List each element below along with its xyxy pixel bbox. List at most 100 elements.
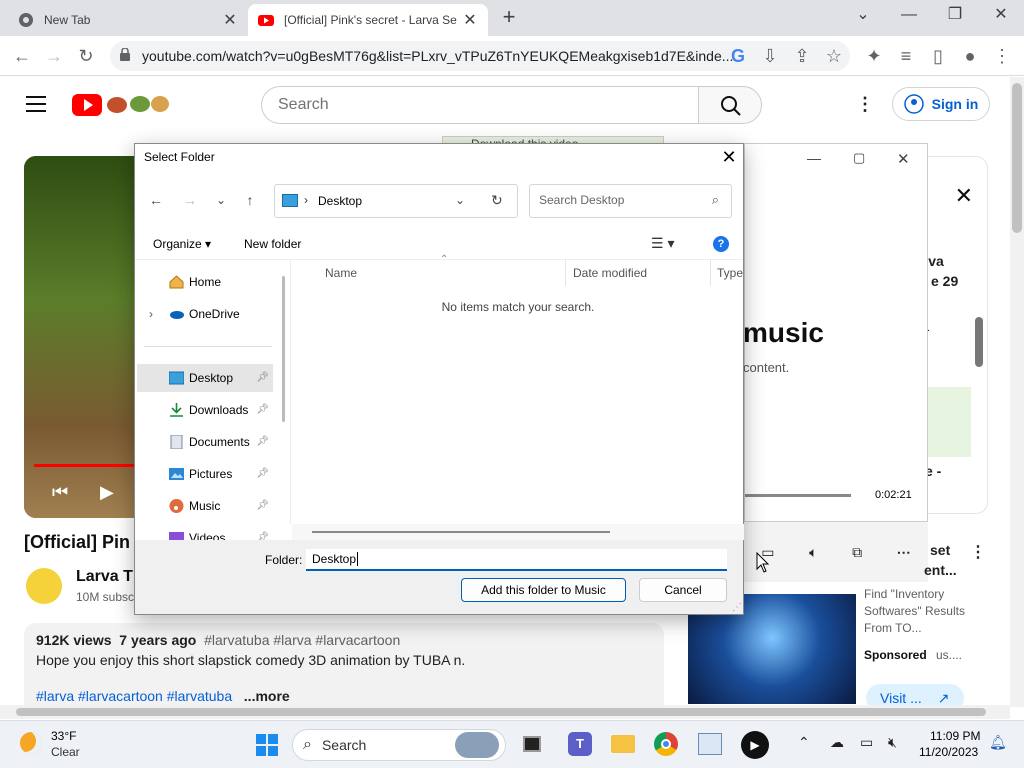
help-icon[interactable]: ? xyxy=(713,236,729,252)
media-control-icon[interactable]: ≡ xyxy=(894,44,918,68)
cancel-button[interactable]: Cancel xyxy=(639,578,727,602)
teams-icon[interactable]: T xyxy=(568,732,592,756)
reload-icon[interactable]: ↻ xyxy=(74,44,98,68)
photos-icon[interactable] xyxy=(698,733,722,755)
channel-avatar[interactable] xyxy=(26,568,62,604)
close-window-button[interactable]: ✕ xyxy=(978,4,1024,32)
file-explorer-icon[interactable] xyxy=(611,735,635,753)
expand-chevron-icon[interactable]: › xyxy=(149,300,153,328)
clock-date[interactable]: 11/20/2023 xyxy=(919,745,978,759)
chrome-taskbar-icon[interactable] xyxy=(654,732,678,756)
resize-grip-icon[interactable]: ⋰ xyxy=(732,602,742,613)
description-hashtags[interactable]: #larva #larvacartoon #larvatuba xyxy=(36,688,232,704)
close-tab-icon[interactable]: ✕ xyxy=(222,10,238,30)
back-icon[interactable]: ← xyxy=(10,44,34,68)
close-panel-icon[interactable]: ✕ xyxy=(955,183,973,209)
search-button[interactable] xyxy=(698,86,762,124)
rec-title[interactable]: ent... xyxy=(924,562,957,578)
column-date-modified[interactable]: Date modified xyxy=(573,266,647,280)
volume-icon[interactable]: 🔈︎ xyxy=(809,544,817,561)
task-view-icon[interactable] xyxy=(523,736,541,752)
notification-bell-icon[interactable]: 🔔︎ xyxy=(989,734,1007,751)
google-icon[interactable]: G xyxy=(726,44,750,68)
pin-icon: 📌︎ xyxy=(256,468,269,479)
profile-icon[interactable]: ● xyxy=(958,44,982,68)
back-icon[interactable]: ← xyxy=(146,190,166,210)
file-list-hscroll[interactable] xyxy=(292,524,744,540)
weather-temperature[interactable]: 33°F xyxy=(51,729,76,743)
onedrive-tray-icon[interactable]: ☁ xyxy=(830,734,844,751)
restore-button[interactable]: ❐ xyxy=(932,4,978,32)
nav-item-home[interactable]: Home xyxy=(137,268,273,296)
chrome-menu-icon[interactable]: ⋮ xyxy=(990,44,1014,68)
youtube-logo[interactable] xyxy=(72,92,172,118)
seek-bar[interactable] xyxy=(745,494,851,497)
nav-item-downloads[interactable]: Downloads 📌︎ xyxy=(137,396,273,424)
minimize-button[interactable]: — xyxy=(886,4,932,32)
clock-time[interactable]: 11:09 PM xyxy=(930,729,980,743)
player-minimize-button[interactable]: — xyxy=(807,150,821,166)
refresh-icon[interactable]: ↻ xyxy=(491,192,503,209)
breadcrumb-chevron-icon: › xyxy=(304,193,308,207)
up-folder-icon[interactable]: ↑ xyxy=(240,190,260,210)
tab-new-tab[interactable]: New Tab ✕ xyxy=(8,4,248,36)
address-dropdown-icon[interactable]: ⌄ xyxy=(455,193,465,207)
weather-moon-icon[interactable] xyxy=(20,732,42,754)
search-desktop-input[interactable]: Search Desktop ⌕ xyxy=(529,184,732,218)
player-close-button[interactable]: ✕ xyxy=(897,150,910,168)
nav-scrollbar[interactable] xyxy=(282,276,285,422)
signin-button[interactable]: Sign in xyxy=(892,87,990,121)
tab-youtube[interactable]: [Official] Pink's secret - Larva Se ✕ xyxy=(248,4,488,36)
forward-icon[interactable]: → xyxy=(42,44,66,68)
extensions-icon[interactable]: ✦ xyxy=(862,44,886,68)
channel-name[interactable]: Larva T xyxy=(76,568,133,586)
nav-item-documents[interactable]: Documents 📌︎ xyxy=(137,428,273,456)
nav-item-music[interactable]: Music 📌︎ xyxy=(137,492,273,520)
tab-search-icon[interactable]: ⌄ xyxy=(840,4,886,32)
network-icon[interactable]: ▭ xyxy=(860,734,873,751)
windows-start-icon[interactable] xyxy=(255,733,279,757)
address-box[interactable]: › Desktop ⌄ ↻ xyxy=(274,184,518,218)
install-icon[interactable]: ⇩ xyxy=(758,44,782,68)
dialog-close-button[interactable]: ✕ xyxy=(718,146,740,168)
forward-icon[interactable]: → xyxy=(180,190,200,210)
nav-item-onedrive[interactable]: › OneDrive xyxy=(137,300,273,328)
rec-more-icon[interactable]: ⋮ xyxy=(970,542,986,562)
miniplayer-icon[interactable]: ⧉ xyxy=(852,544,862,561)
recent-locations-icon[interactable]: ⌄ xyxy=(211,190,231,210)
volume-muted-icon[interactable]: 🔇︎ xyxy=(888,734,897,751)
video-progress-bar[interactable] xyxy=(34,464,134,467)
description-box[interactable]: 912K views 7 years ago #larvatuba #larva… xyxy=(24,623,664,713)
show-hidden-icons[interactable]: ⌃ xyxy=(798,734,810,751)
column-type[interactable]: Type xyxy=(717,266,743,280)
share-icon[interactable]: ⇪ xyxy=(790,44,814,68)
rec-title[interactable]: set xyxy=(930,542,950,558)
new-folder-button[interactable]: New folder xyxy=(244,237,301,251)
horizontal-scrollbar[interactable] xyxy=(0,705,1010,719)
bookmark-star-icon[interactable]: ☆ xyxy=(822,44,846,68)
taskbar-search[interactable]: ⌕ Search xyxy=(292,729,506,761)
side-panel-icon[interactable]: ▯ xyxy=(926,44,950,68)
player-maximize-button[interactable]: ▢ xyxy=(853,150,865,166)
hamburger-menu-icon[interactable] xyxy=(26,96,46,112)
close-tab-icon[interactable]: ✕ xyxy=(462,10,478,30)
folder-name-input[interactable]: Desktop xyxy=(306,549,727,571)
column-name[interactable]: Name xyxy=(325,266,357,280)
nav-item-pictures[interactable]: Pictures 📌︎ xyxy=(137,460,273,488)
organize-button[interactable]: Organize ▾ xyxy=(153,237,211,251)
new-tab-button[interactable]: + xyxy=(496,6,522,30)
play-icon[interactable]: ▶ xyxy=(100,482,114,503)
media-player-icon[interactable]: ▶ xyxy=(741,731,769,759)
panel-scrollbar[interactable] xyxy=(975,317,983,367)
nav-item-videos[interactable]: Videos 📌︎ xyxy=(137,524,273,540)
view-options-icon[interactable]: ☰ ▾ xyxy=(651,235,674,252)
nav-item-desktop[interactable]: Desktop 📌︎ xyxy=(137,364,273,392)
page-scrollbar[interactable] xyxy=(1010,77,1024,707)
add-folder-button[interactable]: Add this folder to Music xyxy=(461,578,626,602)
more-link[interactable]: ...more xyxy=(244,688,290,704)
more-controls-icon[interactable]: ⋯ xyxy=(897,544,911,561)
hashtags[interactable]: #larvatuba #larva #larvacartoon xyxy=(204,632,400,648)
more-options-icon[interactable]: ⋮ xyxy=(856,94,874,114)
previous-icon[interactable]: ⏮ xyxy=(52,482,68,503)
search-input[interactable]: Search xyxy=(261,86,699,124)
